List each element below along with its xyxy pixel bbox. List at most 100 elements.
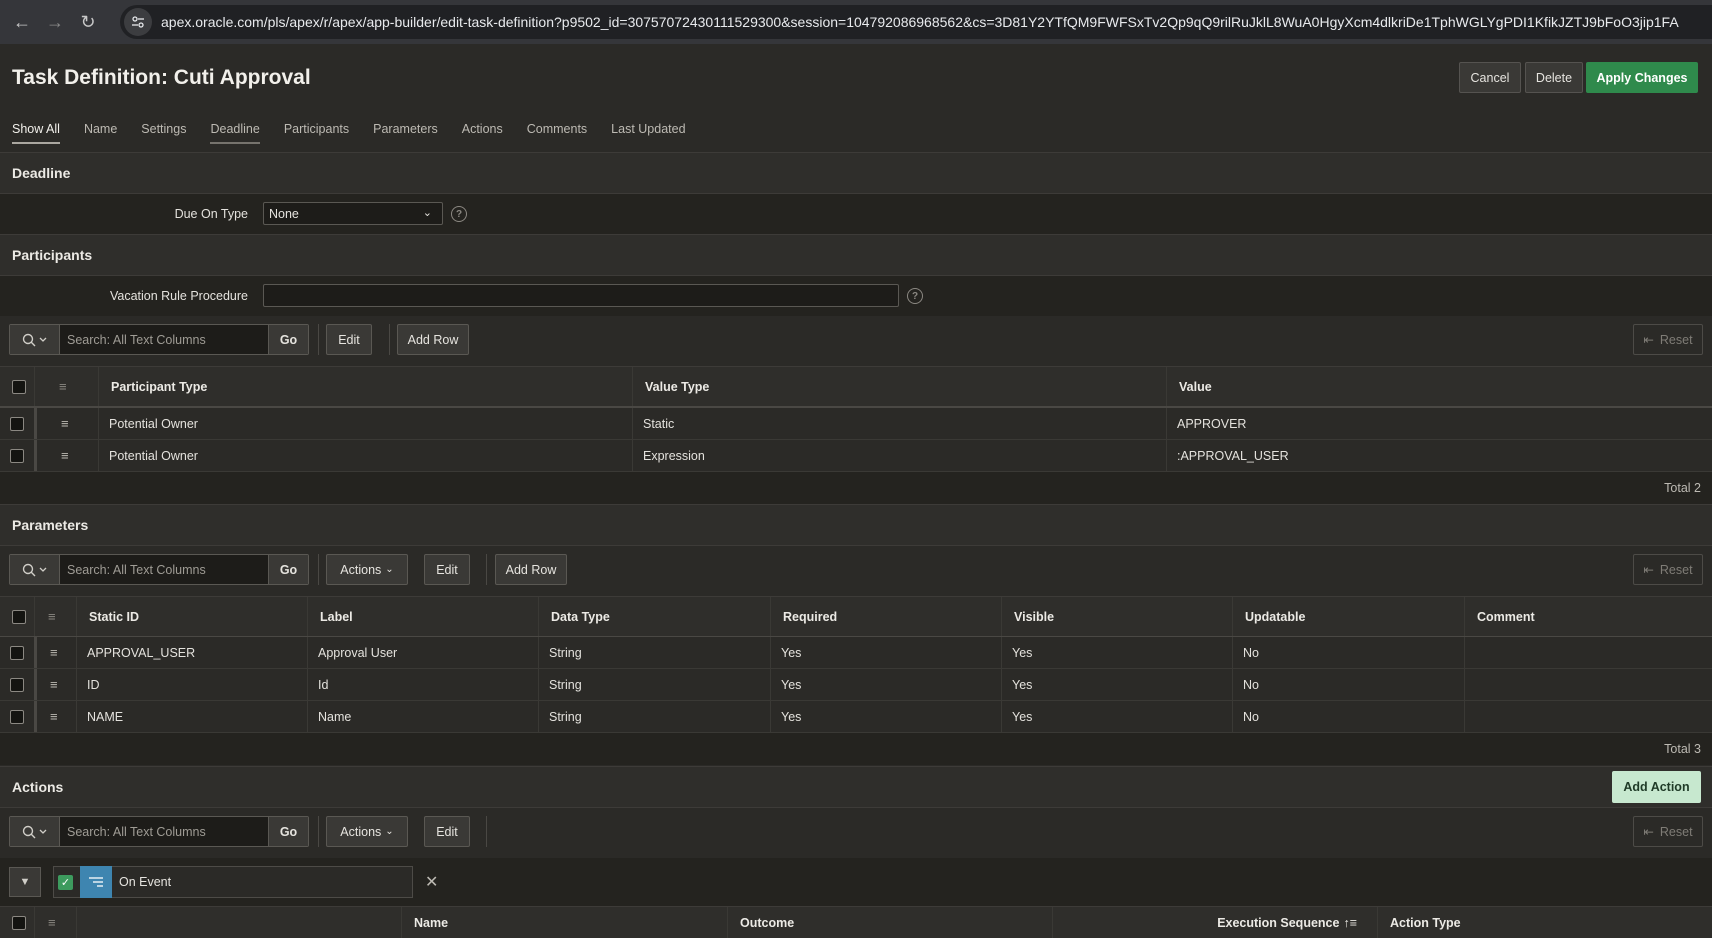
cancel-button[interactable]: Cancel [1459,62,1521,93]
table-cell[interactable]: Static [632,408,1166,439]
search-input[interactable]: Search: All Text Columns [60,817,269,846]
table-cell[interactable] [1464,701,1712,732]
address-bar[interactable]: apex.oracle.com/pls/apex/r/apex/app-buil… [120,5,1712,39]
tab-name[interactable]: Name [84,122,117,144]
column-header[interactable]: Participant Type [98,367,632,406]
table-cell[interactable]: No [1232,669,1464,700]
column-header[interactable]: Comment [1464,597,1712,636]
tab-settings[interactable]: Settings [141,122,186,144]
help-icon[interactable]: ? [907,288,923,304]
collapse-filters-toggle[interactable]: ▼ [9,867,41,897]
table-cell[interactable]: Expression [632,440,1166,471]
add-row-button[interactable]: Add Row [495,554,567,585]
table-row[interactable]: ≡ NAME Name String Yes Yes No [0,701,1712,733]
search-input[interactable]: Search: All Text Columns [60,325,269,354]
table-row[interactable]: ≡ ID Id String Yes Yes No [0,669,1712,701]
table-cell[interactable]: Yes [1001,669,1232,700]
column-header[interactable]: Outcome [727,907,1052,938]
column-header[interactable]: Visible [1001,597,1232,636]
tab-comments[interactable]: Comments [527,122,587,144]
table-cell[interactable]: Yes [1001,701,1232,732]
drag-handle-icon[interactable]: ≡ [50,645,58,660]
select-all-checkbox[interactable] [12,609,26,624]
row-checkbox[interactable] [10,677,24,692]
table-cell[interactable]: APPROVER [1166,408,1712,439]
table-cell[interactable] [1464,669,1712,700]
drag-handle-icon[interactable]: ≡ [50,677,58,692]
column-header[interactable]: Name [401,907,727,938]
edit-button[interactable]: Edit [424,554,470,585]
row-checkbox[interactable] [10,416,24,431]
column-header[interactable]: Execution Sequence ↑≡ [1052,907,1377,938]
table-cell[interactable]: Yes [770,637,1001,668]
table-cell[interactable]: Name [307,701,538,732]
search-icon[interactable] [10,555,60,584]
table-cell[interactable]: String [538,669,770,700]
apply-changes-button[interactable]: Apply Changes [1586,62,1698,93]
tab-deadline[interactable]: Deadline [210,122,261,144]
search-icon[interactable] [10,325,60,354]
column-header[interactable]: Value Type [632,367,1166,406]
actions-menu-button[interactable]: Actions ⌄ [326,816,408,847]
table-cell[interactable]: APPROVAL_USER [76,637,307,668]
drag-handle-icon[interactable]: ≡ [61,448,69,463]
reload-icon[interactable]: ↻ [77,11,99,33]
table-row[interactable]: ≡ Potential Owner Expression :APPROVAL_U… [0,440,1712,472]
close-icon[interactable]: ✕ [425,872,438,892]
tab-last-updated[interactable]: Last Updated [611,122,685,144]
row-checkbox[interactable] [10,645,24,660]
go-button[interactable]: Go [269,555,308,584]
table-cell[interactable]: Yes [1001,637,1232,668]
edit-button[interactable]: Edit [326,324,372,355]
column-header[interactable]: Updatable [1232,597,1464,636]
delete-button[interactable]: Delete [1525,62,1583,93]
go-button[interactable]: Go [269,817,308,846]
site-settings-icon[interactable] [124,8,152,36]
table-cell[interactable]: Id [307,669,538,700]
select-all-checkbox[interactable] [12,379,26,394]
table-cell[interactable]: Yes [770,701,1001,732]
tab-actions[interactable]: Actions [462,122,503,144]
tab-parameters[interactable]: Parameters [373,122,438,144]
actions-menu-button[interactable]: Actions ⌄ [326,554,408,585]
select-all-checkbox[interactable] [12,915,26,930]
reset-button[interactable]: ⇤ Reset [1633,816,1703,847]
row-checkbox[interactable] [10,448,24,463]
table-row[interactable]: ≡ Potential Owner Static APPROVER [0,408,1712,440]
table-cell[interactable]: Potential Owner [98,408,632,439]
table-cell[interactable]: String [538,637,770,668]
table-cell[interactable]: No [1232,637,1464,668]
back-arrow-icon[interactable]: ← [11,11,33,33]
search-icon[interactable] [10,817,60,846]
drag-handle-icon[interactable]: ≡ [61,416,69,431]
add-row-button[interactable]: Add Row [397,324,469,355]
help-icon[interactable]: ? [451,206,467,222]
table-cell[interactable]: ID [76,669,307,700]
add-action-button[interactable]: Add Action [1612,771,1701,803]
column-header[interactable]: Label [307,597,538,636]
row-checkbox[interactable] [10,709,24,724]
table-cell[interactable]: :APPROVAL_USER [1166,440,1712,471]
go-button[interactable]: Go [269,325,308,354]
due-on-type-select[interactable]: None ⌄ [263,202,443,225]
table-cell[interactable]: Potential Owner [98,440,632,471]
table-cell[interactable]: No [1232,701,1464,732]
table-cell[interactable]: Yes [770,669,1001,700]
reset-button[interactable]: ⇤ Reset [1633,554,1703,585]
column-header[interactable]: Value [1166,367,1712,406]
column-header[interactable]: Required [770,597,1001,636]
tab-participants[interactable]: Participants [284,122,349,144]
table-cell[interactable]: String [538,701,770,732]
filter-enabled-checkbox[interactable]: ✓ [58,874,73,890]
column-header[interactable]: Static ID [76,597,307,636]
edit-button[interactable]: Edit [424,816,470,847]
tab-show-all[interactable]: Show All [12,122,60,144]
table-cell[interactable]: Approval User [307,637,538,668]
column-header[interactable]: Data Type [538,597,770,636]
table-cell[interactable] [1464,637,1712,668]
table-row[interactable]: ≡ APPROVAL_USER Approval User String Yes… [0,637,1712,669]
reset-button[interactable]: ⇤ Reset [1633,324,1703,355]
filter-chip[interactable]: ✓ On Event [53,866,413,898]
vacation-rule-input[interactable] [263,284,899,307]
drag-handle-icon[interactable]: ≡ [50,709,58,724]
